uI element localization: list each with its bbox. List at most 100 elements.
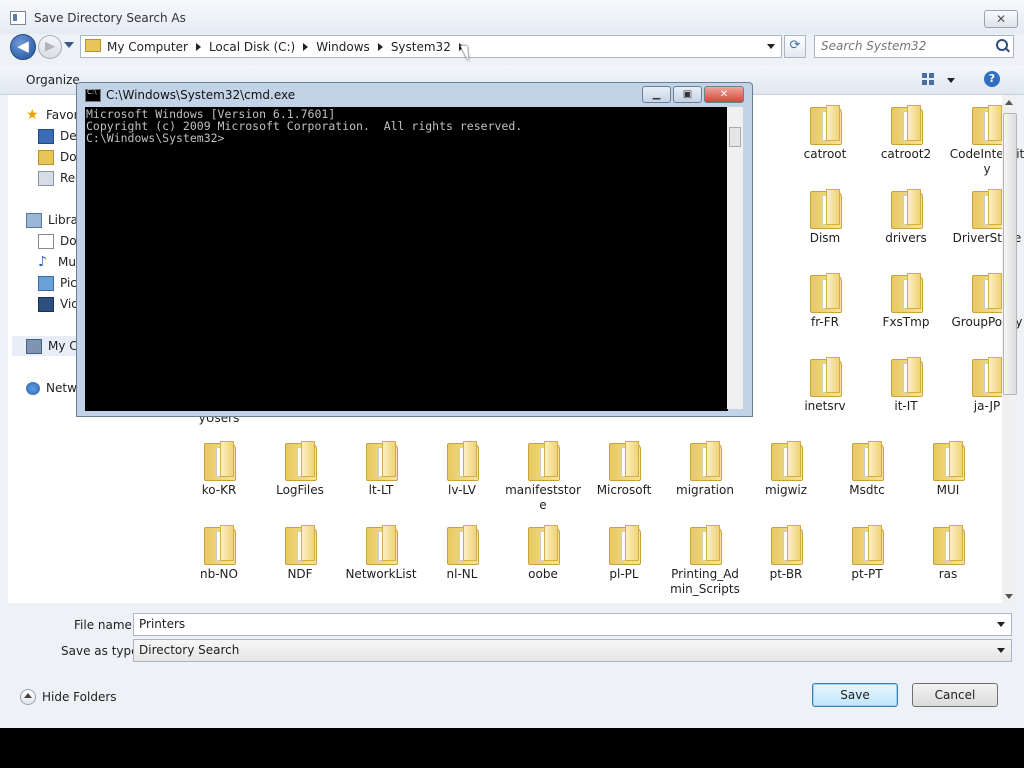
breadcrumb-windows[interactable]: Windows bbox=[316, 40, 370, 54]
save-type-dropdown-icon[interactable] bbox=[997, 648, 1005, 653]
folder-label: manifeststore bbox=[505, 483, 581, 512]
folder-item[interactable]: Microsoft bbox=[585, 439, 663, 498]
cmd-window[interactable]: C:\Windows\System32\cmd.exe ▁ ▣ ✕ Micros… bbox=[76, 82, 753, 417]
search-input[interactable] bbox=[815, 36, 981, 55]
recent-places-icon bbox=[38, 170, 54, 186]
title-bar: Save Directory Search As ✕ bbox=[0, 0, 1024, 34]
network-icon bbox=[26, 381, 40, 395]
folder-item[interactable]: lv-LV bbox=[423, 439, 501, 498]
folder-item[interactable]: Msdtc bbox=[828, 439, 906, 498]
folder-icon bbox=[204, 523, 236, 565]
search-icon[interactable] bbox=[996, 39, 1008, 51]
address-bar[interactable]: My Computer Local Disk (C:) Windows Syst… bbox=[80, 35, 782, 58]
recent-pages-dropdown-icon[interactable] bbox=[64, 42, 74, 48]
close-button[interactable]: ✕ bbox=[984, 10, 1018, 28]
folder-item[interactable]: drivers bbox=[867, 187, 945, 246]
filename-value[interactable]: Printers bbox=[139, 617, 185, 631]
cmd-close-button[interactable]: ✕ bbox=[704, 86, 744, 103]
folder-icon bbox=[852, 439, 884, 481]
folder-item[interactable]: fr-FR bbox=[786, 271, 864, 330]
forward-button[interactable]: ▶ bbox=[38, 35, 62, 59]
scroll-up-icon[interactable] bbox=[1005, 100, 1013, 105]
views-icon[interactable] bbox=[922, 73, 934, 85]
computer-icon bbox=[26, 338, 42, 354]
breadcrumb-local-disk[interactable]: Local Disk (C:) bbox=[209, 40, 295, 54]
chevron-up-icon bbox=[20, 689, 36, 705]
folder-item[interactable]: nb-NO bbox=[180, 523, 258, 582]
folder-icon bbox=[972, 355, 1004, 397]
folder-item[interactable]: migwiz bbox=[747, 439, 825, 498]
folder-item[interactable]: FxsTmp bbox=[867, 271, 945, 330]
folder-item[interactable]: nl-NL bbox=[423, 523, 501, 582]
breadcrumb-separator-icon[interactable] bbox=[377, 42, 383, 51]
folder-icon bbox=[609, 439, 641, 481]
organize-button[interactable]: Organize bbox=[26, 73, 80, 87]
folder-label: LogFiles bbox=[276, 483, 324, 497]
folder-item[interactable]: manifeststore bbox=[504, 439, 582, 513]
folder-item[interactable]: ras bbox=[909, 523, 987, 582]
pictures-icon bbox=[38, 275, 54, 291]
folder-icon bbox=[810, 187, 842, 229]
filename-field[interactable]: Printers bbox=[133, 613, 1012, 636]
maximize-button[interactable]: ▣ bbox=[673, 86, 702, 103]
save-type-select[interactable]: Directory Search bbox=[133, 639, 1012, 662]
folder-item[interactable]: ko-KR bbox=[180, 439, 258, 498]
folder-label: drivers bbox=[885, 231, 927, 245]
save-button[interactable]: Save bbox=[812, 683, 898, 707]
documents-icon bbox=[38, 233, 54, 249]
filename-dropdown-icon[interactable] bbox=[997, 622, 1005, 627]
folder-icon bbox=[204, 439, 236, 481]
folder-item[interactable]: migration bbox=[666, 439, 744, 498]
help-button[interactable]: ? bbox=[984, 71, 1000, 87]
folder-item[interactable]: pl-PL bbox=[585, 523, 663, 582]
folder-label: MUI bbox=[936, 483, 960, 497]
folder-label: catroot2 bbox=[880, 147, 932, 161]
folder-label: migwiz bbox=[764, 483, 808, 497]
folder-icon bbox=[690, 439, 722, 481]
folder-label: it-IT bbox=[894, 399, 918, 413]
folder-item[interactable]: Dism bbox=[786, 187, 864, 246]
breadcrumb-system32[interactable]: System32 bbox=[391, 40, 451, 54]
cancel-button[interactable]: Cancel bbox=[912, 683, 998, 707]
folder-item[interactable]: NetworkList bbox=[342, 523, 420, 582]
folder-item[interactable]: it-IT bbox=[867, 355, 945, 414]
folder-icon bbox=[771, 439, 803, 481]
back-button[interactable]: ◀ bbox=[10, 34, 36, 60]
cmd-scrollbar[interactable] bbox=[727, 107, 743, 409]
folder-item[interactable]: NDF bbox=[261, 523, 339, 582]
scroll-down-icon[interactable] bbox=[1005, 594, 1013, 599]
hide-folders-button[interactable]: Hide Folders bbox=[20, 689, 117, 705]
folder-item[interactable]: Printing_Admin_Scripts bbox=[666, 523, 744, 597]
address-dropdown-icon[interactable] bbox=[767, 44, 775, 49]
cmd-title-bar: C:\Windows\System32\cmd.exe bbox=[85, 88, 295, 102]
folder-item[interactable]: pt-BR bbox=[747, 523, 825, 582]
folder-item[interactable]: inetsrv bbox=[786, 355, 864, 414]
folder-item[interactable]: MUI bbox=[909, 439, 987, 498]
breadcrumb-my-computer[interactable]: My Computer bbox=[107, 40, 188, 54]
folder-icon bbox=[972, 187, 1004, 229]
folder-icon bbox=[528, 523, 560, 565]
folder-item[interactable]: catroot bbox=[786, 103, 864, 162]
filename-label: File name: bbox=[74, 618, 136, 632]
folder-item[interactable]: oobe bbox=[504, 523, 582, 582]
cmd-title: C:\Windows\System32\cmd.exe bbox=[106, 88, 296, 102]
cmd-scrollbar-thumb[interactable] bbox=[729, 127, 741, 147]
libraries-icon bbox=[26, 212, 42, 228]
search-box[interactable] bbox=[814, 35, 1014, 58]
console-output[interactable]: Microsoft Windows [Version 6.1.7601] Cop… bbox=[85, 107, 728, 411]
views-dropdown-icon[interactable] bbox=[947, 78, 955, 83]
music-icon: ♪ bbox=[38, 253, 47, 270]
save-type-value[interactable]: Directory Search bbox=[139, 643, 239, 657]
folder-item[interactable]: lt-LT bbox=[342, 439, 420, 498]
folder-item[interactable]: catroot2 bbox=[867, 103, 945, 162]
folder-item[interactable]: LogFiles bbox=[261, 439, 339, 498]
breadcrumb-separator-icon[interactable] bbox=[303, 42, 309, 51]
scrollbar-thumb[interactable] bbox=[1003, 113, 1017, 395]
breadcrumb-separator-icon[interactable] bbox=[195, 42, 201, 51]
folder-icon bbox=[528, 439, 560, 481]
refresh-button[interactable]: ⟳ bbox=[784, 35, 806, 58]
save-type-label: Save as type: bbox=[61, 644, 143, 658]
minimize-button[interactable]: ▁ bbox=[642, 86, 671, 103]
folder-label: nb-NO bbox=[200, 567, 238, 581]
folder-item[interactable]: pt-PT bbox=[828, 523, 906, 582]
